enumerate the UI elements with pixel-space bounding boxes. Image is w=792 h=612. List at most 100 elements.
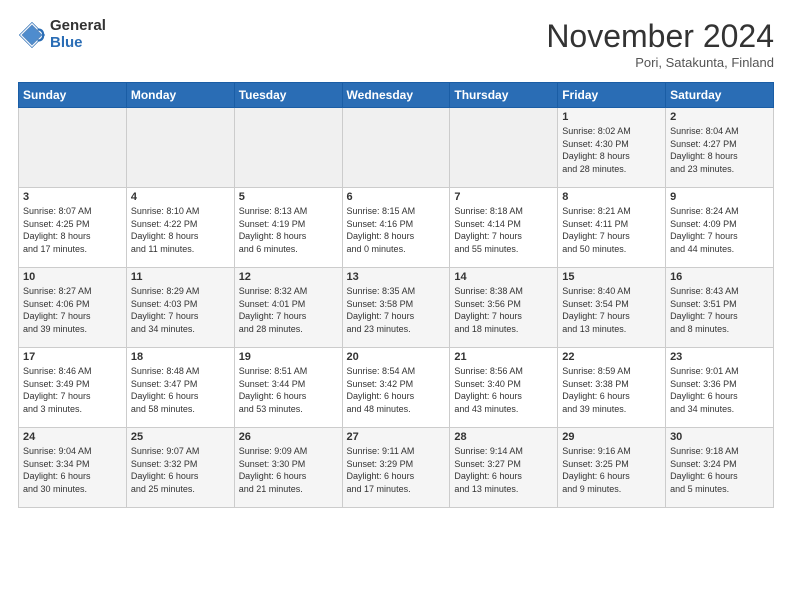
day-detail: Sunrise: 8:54 AM Sunset: 3:42 PM Dayligh… bbox=[347, 365, 446, 415]
day-detail: Sunrise: 8:13 AM Sunset: 4:19 PM Dayligh… bbox=[239, 205, 338, 255]
day-number: 18 bbox=[131, 351, 230, 363]
calendar-cell: 11Sunrise: 8:29 AM Sunset: 4:03 PM Dayli… bbox=[126, 268, 234, 348]
day-number: 5 bbox=[239, 191, 338, 203]
calendar-cell bbox=[234, 108, 342, 188]
day-detail: Sunrise: 8:04 AM Sunset: 4:27 PM Dayligh… bbox=[670, 125, 769, 175]
day-number: 27 bbox=[347, 431, 446, 443]
logo-text: General Blue bbox=[50, 18, 106, 51]
day-number: 21 bbox=[454, 351, 553, 363]
day-number: 10 bbox=[23, 271, 122, 283]
day-number: 1 bbox=[562, 111, 661, 123]
header-saturday: Saturday bbox=[666, 83, 774, 108]
calendar-cell: 15Sunrise: 8:40 AM Sunset: 3:54 PM Dayli… bbox=[558, 268, 666, 348]
header: General Blue November 2024 Pori, Satakun… bbox=[18, 18, 774, 70]
calendar-cell: 21 Sunrise: 8:56 AM Sunset: 3:40 PM Dayli… bbox=[450, 348, 558, 428]
calendar-cell: 12Sunrise: 8:32 AM Sunset: 4:01 PM Dayli… bbox=[234, 268, 342, 348]
day-detail: Sunrise: 8:35 AM Sunset: 3:58 PM Dayligh… bbox=[347, 285, 446, 335]
calendar-cell: 19Sunrise: 8:51 AM Sunset: 3:44 PM Dayli… bbox=[234, 348, 342, 428]
weekday-header-row: Sunday Monday Tuesday Wednesday Thursday… bbox=[19, 83, 774, 108]
day-detail: Sunrise: 8:38 AM Sunset: 3:56 PM Dayligh… bbox=[454, 285, 553, 335]
day-detail: Sunrise: 8:43 AM Sunset: 3:51 PM Dayligh… bbox=[670, 285, 769, 335]
day-detail: Sunrise: 8:46 AM Sunset: 3:49 PM Dayligh… bbox=[23, 365, 122, 415]
day-detail: Sunrise: 8:02 AM Sunset: 4:30 PM Dayligh… bbox=[562, 125, 661, 175]
logo: General Blue bbox=[18, 18, 106, 51]
day-detail: Sunrise: 9:11 AM Sunset: 3:29 PM Dayligh… bbox=[347, 445, 446, 495]
page: General Blue November 2024 Pori, Satakun… bbox=[0, 0, 792, 518]
calendar-cell: 13Sunrise: 8:35 AM Sunset: 3:58 PM Dayli… bbox=[342, 268, 450, 348]
calendar-week-3: 10 Sunrise: 8:27 AM Sunset: 4:06 PM Dayli… bbox=[19, 268, 774, 348]
calendar-cell: 4Sunrise: 8:10 AM Sunset: 4:22 PM Daylig… bbox=[126, 188, 234, 268]
day-detail: Sunrise: 9:18 AM Sunset: 3:24 PM Dayligh… bbox=[670, 445, 769, 495]
day-number: 25 bbox=[131, 431, 230, 443]
calendar-cell: 26 Sunrise: 9:09 AM Sunset: 3:30 PM Dayli… bbox=[234, 428, 342, 508]
calendar-cell: 14Sunrise: 8:38 AM Sunset: 3:56 PM Dayli… bbox=[450, 268, 558, 348]
calendar-cell: 17 Sunrise: 8:46 AM Sunset: 3:49 PM Dayli… bbox=[19, 348, 127, 428]
day-number: 12 bbox=[239, 271, 338, 283]
calendar-cell: 20 Sunrise: 8:54 AM Sunset: 3:42 PM Dayli… bbox=[342, 348, 450, 428]
day-detail: Sunrise: 8:18 AM Sunset: 4:14 PM Dayligh… bbox=[454, 205, 553, 255]
calendar-cell: 2 Sunrise: 8:04 AM Sunset: 4:27 PM Daylig… bbox=[666, 108, 774, 188]
calendar-cell: 9 Sunrise: 8:24 AM Sunset: 4:09 PM Daylig… bbox=[666, 188, 774, 268]
month-title: November 2024 bbox=[546, 18, 774, 55]
logo-general: General bbox=[50, 18, 106, 35]
calendar-cell: 8Sunrise: 8:21 AM Sunset: 4:11 PM Daylig… bbox=[558, 188, 666, 268]
day-detail: Sunrise: 9:14 AM Sunset: 3:27 PM Dayligh… bbox=[454, 445, 553, 495]
day-number: 9 bbox=[670, 191, 769, 203]
day-detail: Sunrise: 8:51 AM Sunset: 3:44 PM Dayligh… bbox=[239, 365, 338, 415]
calendar-cell: 5 Sunrise: 8:13 AM Sunset: 4:19 PM Daylig… bbox=[234, 188, 342, 268]
calendar-cell bbox=[450, 108, 558, 188]
calendar-cell: 24Sunrise: 9:04 AM Sunset: 3:34 PM Dayli… bbox=[19, 428, 127, 508]
calendar-week-4: 17 Sunrise: 8:46 AM Sunset: 3:49 PM Dayli… bbox=[19, 348, 774, 428]
calendar-cell: 30Sunrise: 9:18 AM Sunset: 3:24 PM Dayli… bbox=[666, 428, 774, 508]
day-detail: Sunrise: 9:04 AM Sunset: 3:34 PM Dayligh… bbox=[23, 445, 122, 495]
calendar-cell bbox=[342, 108, 450, 188]
day-number: 26 bbox=[239, 431, 338, 443]
day-detail: Sunrise: 8:48 AM Sunset: 3:47 PM Dayligh… bbox=[131, 365, 230, 415]
calendar-cell: 7Sunrise: 8:18 AM Sunset: 4:14 PM Daylig… bbox=[450, 188, 558, 268]
day-number: 20 bbox=[347, 351, 446, 363]
logo-icon bbox=[18, 21, 46, 49]
day-detail: Sunrise: 8:21 AM Sunset: 4:11 PM Dayligh… bbox=[562, 205, 661, 255]
calendar-cell: 28 Sunrise: 9:14 AM Sunset: 3:27 PM Dayli… bbox=[450, 428, 558, 508]
calendar-cell: 27 Sunrise: 9:11 AM Sunset: 3:29 PM Dayli… bbox=[342, 428, 450, 508]
title-block: November 2024 Pori, Satakunta, Finland bbox=[546, 18, 774, 70]
day-number: 4 bbox=[131, 191, 230, 203]
day-number: 17 bbox=[23, 351, 122, 363]
calendar-cell: 3 Sunrise: 8:07 AM Sunset: 4:25 PM Daylig… bbox=[19, 188, 127, 268]
calendar-cell bbox=[126, 108, 234, 188]
day-number: 22 bbox=[562, 351, 661, 363]
location: Pori, Satakunta, Finland bbox=[546, 55, 774, 70]
day-detail: Sunrise: 8:24 AM Sunset: 4:09 PM Dayligh… bbox=[670, 205, 769, 255]
calendar-cell: 25 Sunrise: 9:07 AM Sunset: 3:32 PM Dayli… bbox=[126, 428, 234, 508]
day-detail: Sunrise: 9:09 AM Sunset: 3:30 PM Dayligh… bbox=[239, 445, 338, 495]
calendar-week-5: 24Sunrise: 9:04 AM Sunset: 3:34 PM Dayli… bbox=[19, 428, 774, 508]
calendar: Sunday Monday Tuesday Wednesday Thursday… bbox=[18, 82, 774, 508]
calendar-cell: 22 Sunrise: 8:59 AM Sunset: 3:38 PM Dayli… bbox=[558, 348, 666, 428]
calendar-cell: 29 Sunrise: 9:16 AM Sunset: 3:25 PM Dayli… bbox=[558, 428, 666, 508]
header-wednesday: Wednesday bbox=[342, 83, 450, 108]
day-number: 2 bbox=[670, 111, 769, 123]
calendar-cell: 1 Sunrise: 8:02 AM Sunset: 4:30 PM Daylig… bbox=[558, 108, 666, 188]
calendar-cell: 16 Sunrise: 8:43 AM Sunset: 3:51 PM Dayli… bbox=[666, 268, 774, 348]
day-number: 6 bbox=[347, 191, 446, 203]
header-tuesday: Tuesday bbox=[234, 83, 342, 108]
calendar-cell: 23Sunrise: 9:01 AM Sunset: 3:36 PM Dayli… bbox=[666, 348, 774, 428]
day-number: 15 bbox=[562, 271, 661, 283]
day-detail: Sunrise: 8:59 AM Sunset: 3:38 PM Dayligh… bbox=[562, 365, 661, 415]
day-detail: Sunrise: 8:07 AM Sunset: 4:25 PM Dayligh… bbox=[23, 205, 122, 255]
day-number: 16 bbox=[670, 271, 769, 283]
day-number: 29 bbox=[562, 431, 661, 443]
day-detail: Sunrise: 8:15 AM Sunset: 4:16 PM Dayligh… bbox=[347, 205, 446, 255]
day-detail: Sunrise: 9:07 AM Sunset: 3:32 PM Dayligh… bbox=[131, 445, 230, 495]
calendar-cell bbox=[19, 108, 127, 188]
calendar-cell: 10 Sunrise: 8:27 AM Sunset: 4:06 PM Dayli… bbox=[19, 268, 127, 348]
logo-blue: Blue bbox=[50, 35, 106, 52]
day-number: 3 bbox=[23, 191, 122, 203]
header-monday: Monday bbox=[126, 83, 234, 108]
day-detail: Sunrise: 8:56 AM Sunset: 3:40 PM Dayligh… bbox=[454, 365, 553, 415]
day-detail: Sunrise: 8:27 AM Sunset: 4:06 PM Dayligh… bbox=[23, 285, 122, 335]
day-detail: Sunrise: 9:16 AM Sunset: 3:25 PM Dayligh… bbox=[562, 445, 661, 495]
day-number: 28 bbox=[454, 431, 553, 443]
header-friday: Friday bbox=[558, 83, 666, 108]
calendar-cell: 18 Sunrise: 8:48 AM Sunset: 3:47 PM Dayli… bbox=[126, 348, 234, 428]
